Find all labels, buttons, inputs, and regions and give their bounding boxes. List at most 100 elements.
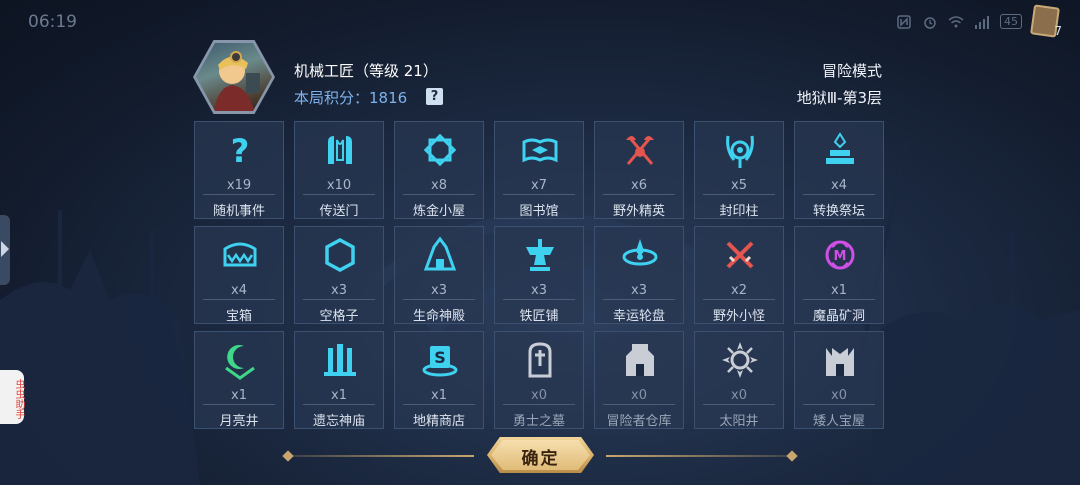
grid-cell[interactable]: ? x19 随机事件 bbox=[194, 121, 284, 219]
grid-cell[interactable]: x4 转换祭坛 bbox=[794, 121, 884, 219]
cell-divider bbox=[403, 194, 475, 195]
grid-cell[interactable]: x2 野外小怪 bbox=[694, 226, 784, 324]
cell-label: 魔晶矿洞 bbox=[812, 309, 865, 324]
cell-label: 矮人宝屋 bbox=[812, 414, 865, 429]
cell-divider bbox=[403, 404, 475, 405]
cell-label: 野外精英 bbox=[612, 204, 665, 219]
moon-well-icon bbox=[220, 340, 260, 380]
grid-cell[interactable]: x7 图书馆 bbox=[494, 121, 584, 219]
alarm-icon bbox=[922, 15, 938, 29]
treasure-chest-icon bbox=[220, 235, 260, 275]
forgotten-temple-icon bbox=[320, 340, 360, 380]
cell-label: 封印柱 bbox=[719, 204, 759, 219]
anvil-icon bbox=[520, 235, 560, 275]
seal-pillar-icon bbox=[720, 130, 760, 170]
wifi-icon bbox=[948, 15, 964, 29]
cell-count: x2 bbox=[731, 283, 747, 298]
cell-count: x1 bbox=[831, 283, 847, 298]
event-grid: ? x19 随机事件 x10 传送门 x8 炼金小屋 x7 图书馆 x6 野外精英 x5 封印柱 x4 转换… bbox=[194, 121, 884, 429]
cell-divider bbox=[503, 299, 575, 300]
grid-cell[interactable]: x0 勇士之墓 bbox=[494, 331, 584, 429]
grid-cell[interactable]: x8 炼金小屋 bbox=[394, 121, 484, 219]
cell-divider bbox=[703, 194, 775, 195]
cell-count: x0 bbox=[831, 388, 847, 403]
grid-cell[interactable]: x3 空格子 bbox=[294, 226, 384, 324]
cell-count: x7 bbox=[531, 178, 547, 193]
cell-count: x8 bbox=[431, 178, 447, 193]
grid-cell[interactable]: x0 矮人宝屋 bbox=[794, 331, 884, 429]
cell-count: x6 bbox=[631, 178, 647, 193]
score-value: 1816 bbox=[369, 89, 408, 107]
cell-divider bbox=[303, 299, 375, 300]
cell-count: x3 bbox=[331, 283, 347, 298]
life-temple-icon bbox=[420, 235, 460, 275]
grid-cell[interactable]: x0 冒险者仓库 bbox=[594, 331, 684, 429]
cell-label: 月亮井 bbox=[219, 414, 259, 429]
card-deck-count: 7 bbox=[1054, 24, 1062, 38]
cell-count: x10 bbox=[326, 178, 352, 193]
confirm-label: 确定 bbox=[521, 449, 560, 469]
cell-divider bbox=[703, 404, 775, 405]
cell-divider bbox=[803, 299, 875, 300]
game-mode: 冒险模式 bbox=[821, 62, 882, 80]
divider-left bbox=[288, 455, 474, 457]
grid-cell[interactable]: x10 传送门 bbox=[294, 121, 384, 219]
grid-cell[interactable]: Sx1 地精商店 bbox=[394, 331, 484, 429]
cell-divider bbox=[203, 194, 275, 195]
chevron-right-icon[interactable] bbox=[1, 241, 9, 257]
grid-cell[interactable]: x3 幸运轮盘 bbox=[594, 226, 684, 324]
goblin-shop-icon: S bbox=[420, 340, 460, 380]
cell-count: x1 bbox=[431, 388, 447, 403]
cell-divider bbox=[703, 299, 775, 300]
grid-cell[interactable]: x6 野外精英 bbox=[594, 121, 684, 219]
cell-count: x3 bbox=[531, 283, 547, 298]
cell-count: x1 bbox=[331, 388, 347, 403]
grid-cell[interactable]: x4 宝箱 bbox=[194, 226, 284, 324]
svg-text:M: M bbox=[834, 249, 847, 264]
cell-divider bbox=[603, 299, 675, 300]
cell-label: 地精商店 bbox=[412, 414, 465, 429]
crossed-swords-icon bbox=[720, 235, 760, 275]
cell-divider bbox=[203, 299, 275, 300]
cell-label: 图书馆 bbox=[519, 204, 559, 219]
cell-divider bbox=[303, 404, 375, 405]
cell-divider bbox=[803, 194, 875, 195]
crossed-axes-icon bbox=[620, 130, 660, 170]
status-icons: 45 bbox=[896, 14, 1022, 29]
cell-count: x0 bbox=[731, 388, 747, 403]
cell-label: 遗忘神庙 bbox=[312, 414, 365, 429]
cell-divider bbox=[203, 404, 275, 405]
svg-text:S: S bbox=[434, 348, 446, 367]
nfc-icon bbox=[896, 14, 912, 29]
cell-count: x5 bbox=[731, 178, 747, 193]
cell-count: x0 bbox=[631, 388, 647, 403]
question-icon: ? bbox=[220, 130, 260, 170]
grid-cell[interactable]: x5 封印柱 bbox=[694, 121, 784, 219]
confirm-button[interactable]: 确定 bbox=[487, 437, 594, 473]
cell-count: x1 bbox=[231, 388, 247, 403]
helper-widget[interactable]: 虫虫助手 bbox=[0, 370, 24, 424]
cell-label: 空格子 bbox=[319, 309, 359, 324]
cell-divider bbox=[503, 404, 575, 405]
grid-cell[interactable]: Mx1 魔晶矿洞 bbox=[794, 226, 884, 324]
grid-cell[interactable]: x3 生命神殿 bbox=[394, 226, 484, 324]
cell-count: x3 bbox=[631, 283, 647, 298]
status-time: 06:19 bbox=[28, 12, 77, 32]
cell-divider bbox=[803, 404, 875, 405]
cell-label: 生命神殿 bbox=[412, 309, 465, 324]
grid-cell[interactable]: x0 太阳井 bbox=[694, 331, 784, 429]
hero-name: 机械工匠（等级 21） bbox=[294, 62, 438, 80]
cell-label: 炼金小屋 bbox=[412, 204, 465, 219]
grid-cell[interactable]: x1 月亮井 bbox=[194, 331, 284, 429]
help-button[interactable]: ? bbox=[426, 88, 443, 105]
cell-count: x4 bbox=[831, 178, 847, 193]
grid-cell[interactable]: x1 遗忘神庙 bbox=[294, 331, 384, 429]
lucky-wheel-icon bbox=[620, 235, 660, 275]
cell-count: x19 bbox=[226, 178, 252, 193]
cell-label: 勇士之墓 bbox=[512, 414, 565, 429]
cell-label: 太阳井 bbox=[719, 414, 759, 429]
grid-cell[interactable]: x3 铁匠铺 bbox=[494, 226, 584, 324]
battery-indicator: 45 bbox=[1000, 14, 1022, 29]
cell-label: 冒险者仓库 bbox=[606, 414, 672, 429]
cell-count: x4 bbox=[231, 283, 247, 298]
